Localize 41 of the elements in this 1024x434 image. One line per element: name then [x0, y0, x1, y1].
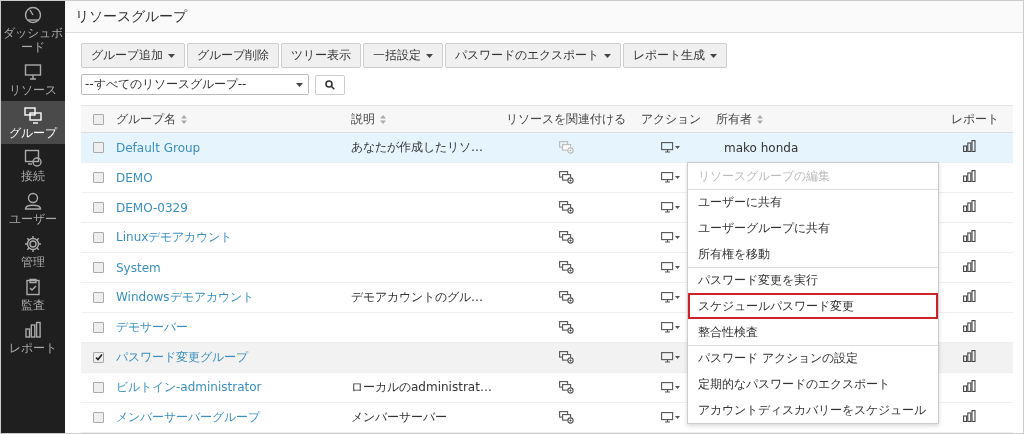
description-cell: デモアカウントのグル…: [351, 290, 483, 304]
toolbar-button[interactable]: レポート生成: [623, 43, 727, 68]
group-select[interactable]: --すべてのリソースグループ--: [81, 74, 309, 95]
column-header[interactable]: グループ名: [116, 110, 351, 128]
description-cell: ローカルのadministrat…: [351, 380, 492, 394]
sidebar-item[interactable]: レポート: [1, 316, 65, 359]
group-name-link[interactable]: デモサーバー: [116, 320, 188, 334]
menu-item[interactable]: 整合性検査: [688, 319, 938, 345]
menu-item[interactable]: パスワード変更を実行: [688, 267, 938, 293]
menu-item[interactable]: ユーザーに共有: [688, 189, 938, 215]
sidebar-item[interactable]: ダッシュボード: [1, 1, 65, 58]
column-header: リソースを関連付ける: [506, 110, 626, 128]
toolbar-button[interactable]: パスワードのエクスポート: [445, 43, 621, 68]
group-name-link[interactable]: Windowsデモアカウント: [116, 290, 254, 304]
sidebar-item[interactable]: 管理: [1, 230, 65, 273]
table-row[interactable]: Default Group あなたが作成したリソ… mako honda: [81, 133, 1013, 163]
sidebar-item[interactable]: ユーザー: [1, 187, 65, 230]
sidebar-item[interactable]: 監査: [1, 273, 65, 316]
toolbar-button[interactable]: 一括設定: [363, 43, 443, 68]
column-header: レポート: [950, 110, 1000, 128]
sidebar-item[interactable]: 接続: [1, 144, 65, 187]
page-title: リソースグループ: [65, 1, 1023, 33]
toolbar-button[interactable]: ツリー表示: [281, 43, 361, 68]
sidebar-item[interactable]: グループ: [1, 101, 65, 144]
description-cell: あなたが作成したリソ…: [351, 140, 483, 154]
column-header[interactable]: 所有者: [716, 110, 881, 128]
menu-item[interactable]: 定期的なパスワードのエクスポート: [688, 371, 938, 397]
description-cell: メンバーサーバー: [351, 410, 447, 424]
group-name-link[interactable]: ビルトイン-administrator: [116, 380, 262, 394]
sidebar-item[interactable]: リソース: [1, 58, 65, 101]
group-name-link[interactable]: DEMO: [116, 170, 153, 185]
group-name-link[interactable]: Linuxデモアカウント: [116, 230, 233, 244]
menu-item[interactable]: パスワード アクションの設定: [688, 345, 938, 371]
group-name-link[interactable]: System: [116, 260, 161, 275]
toolbar-button[interactable]: グループ削除: [187, 43, 279, 68]
group-name-link[interactable]: メンバーサーバーグループ: [116, 410, 260, 424]
owner-cell: mako honda: [724, 140, 799, 155]
toolbar-button[interactable]: グループ追加: [81, 43, 185, 68]
column-header: アクション: [640, 110, 702, 128]
group-name-link[interactable]: DEMO-0329: [116, 200, 188, 215]
column-header[interactable]: 説明: [351, 110, 506, 128]
